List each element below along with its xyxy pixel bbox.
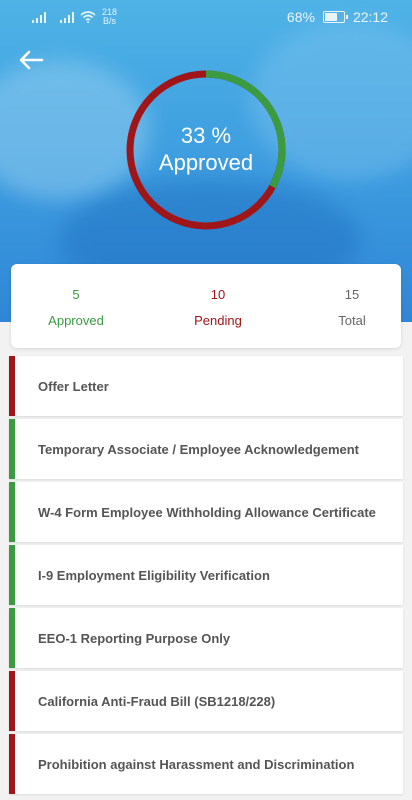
wifi-icon <box>80 11 96 23</box>
document-item[interactable]: W-4 Form Employee Withholding Allowance … <box>9 482 403 542</box>
total-label: Total <box>338 313 366 328</box>
document-list: Offer Letter Temporary Associate / Emplo… <box>9 356 403 797</box>
approved-percent-label: Approved <box>158 150 254 175</box>
document-title: California Anti-Fraud Bill (SB1218/228) <box>38 693 276 709</box>
document-title: EEO-1 Reporting Purpose Only <box>38 630 231 646</box>
document-title: Offer Letter <box>38 378 109 394</box>
document-item[interactable]: Prohibition against Harassment and Discr… <box>9 734 403 794</box>
stats-card: 5 Approved 10 Pending 15 Total <box>11 264 401 348</box>
signal-icon <box>32 11 46 23</box>
pending-count: 10 <box>210 287 226 302</box>
approved-label: Approved <box>48 313 104 328</box>
approved-percent: 33 % <box>180 123 232 148</box>
document-item[interactable]: EEO-1 Reporting Purpose Only <box>9 608 403 668</box>
status-bar: 218 B/s 68% 22:12 <box>0 0 412 34</box>
progress-ring-center: 33 % Approved <box>124 68 288 232</box>
battery-fill <box>324 13 338 21</box>
stat-approved: 5 Approved <box>11 286 141 330</box>
document-title: Prohibition against Harassment and Discr… <box>38 756 355 772</box>
document-item[interactable]: I-9 Employment Eligibility Verification <box>9 545 403 605</box>
document-item[interactable]: Offer Letter <box>9 356 403 416</box>
battery-icon <box>322 11 348 23</box>
approved-count: 5 <box>72 287 80 302</box>
clock: 22:12 <box>352 9 388 25</box>
pending-label: Pending <box>194 313 242 328</box>
battery-percent: 68% <box>286 9 315 25</box>
document-title: W-4 Form Employee Withholding Allowance … <box>38 504 376 520</box>
network-speed: 218 B/s <box>102 8 117 26</box>
stat-pending: 10 Pending <box>153 286 283 330</box>
network-speed-unit: B/s <box>103 16 117 26</box>
document-title: I-9 Employment Eligibility Verification <box>38 567 270 583</box>
document-item[interactable]: California Anti-Fraud Bill (SB1218/228) <box>9 671 403 731</box>
total-count: 15 <box>344 287 360 302</box>
document-item[interactable]: Temporary Associate / Employee Acknowled… <box>9 419 403 479</box>
back-arrow-icon[interactable] <box>18 48 44 72</box>
signal-icon <box>60 11 74 23</box>
stat-total: 15 Total <box>287 286 412 330</box>
document-title: Temporary Associate / Employee Acknowled… <box>38 441 360 457</box>
approval-progress-ring: 33 % Approved <box>124 68 288 232</box>
